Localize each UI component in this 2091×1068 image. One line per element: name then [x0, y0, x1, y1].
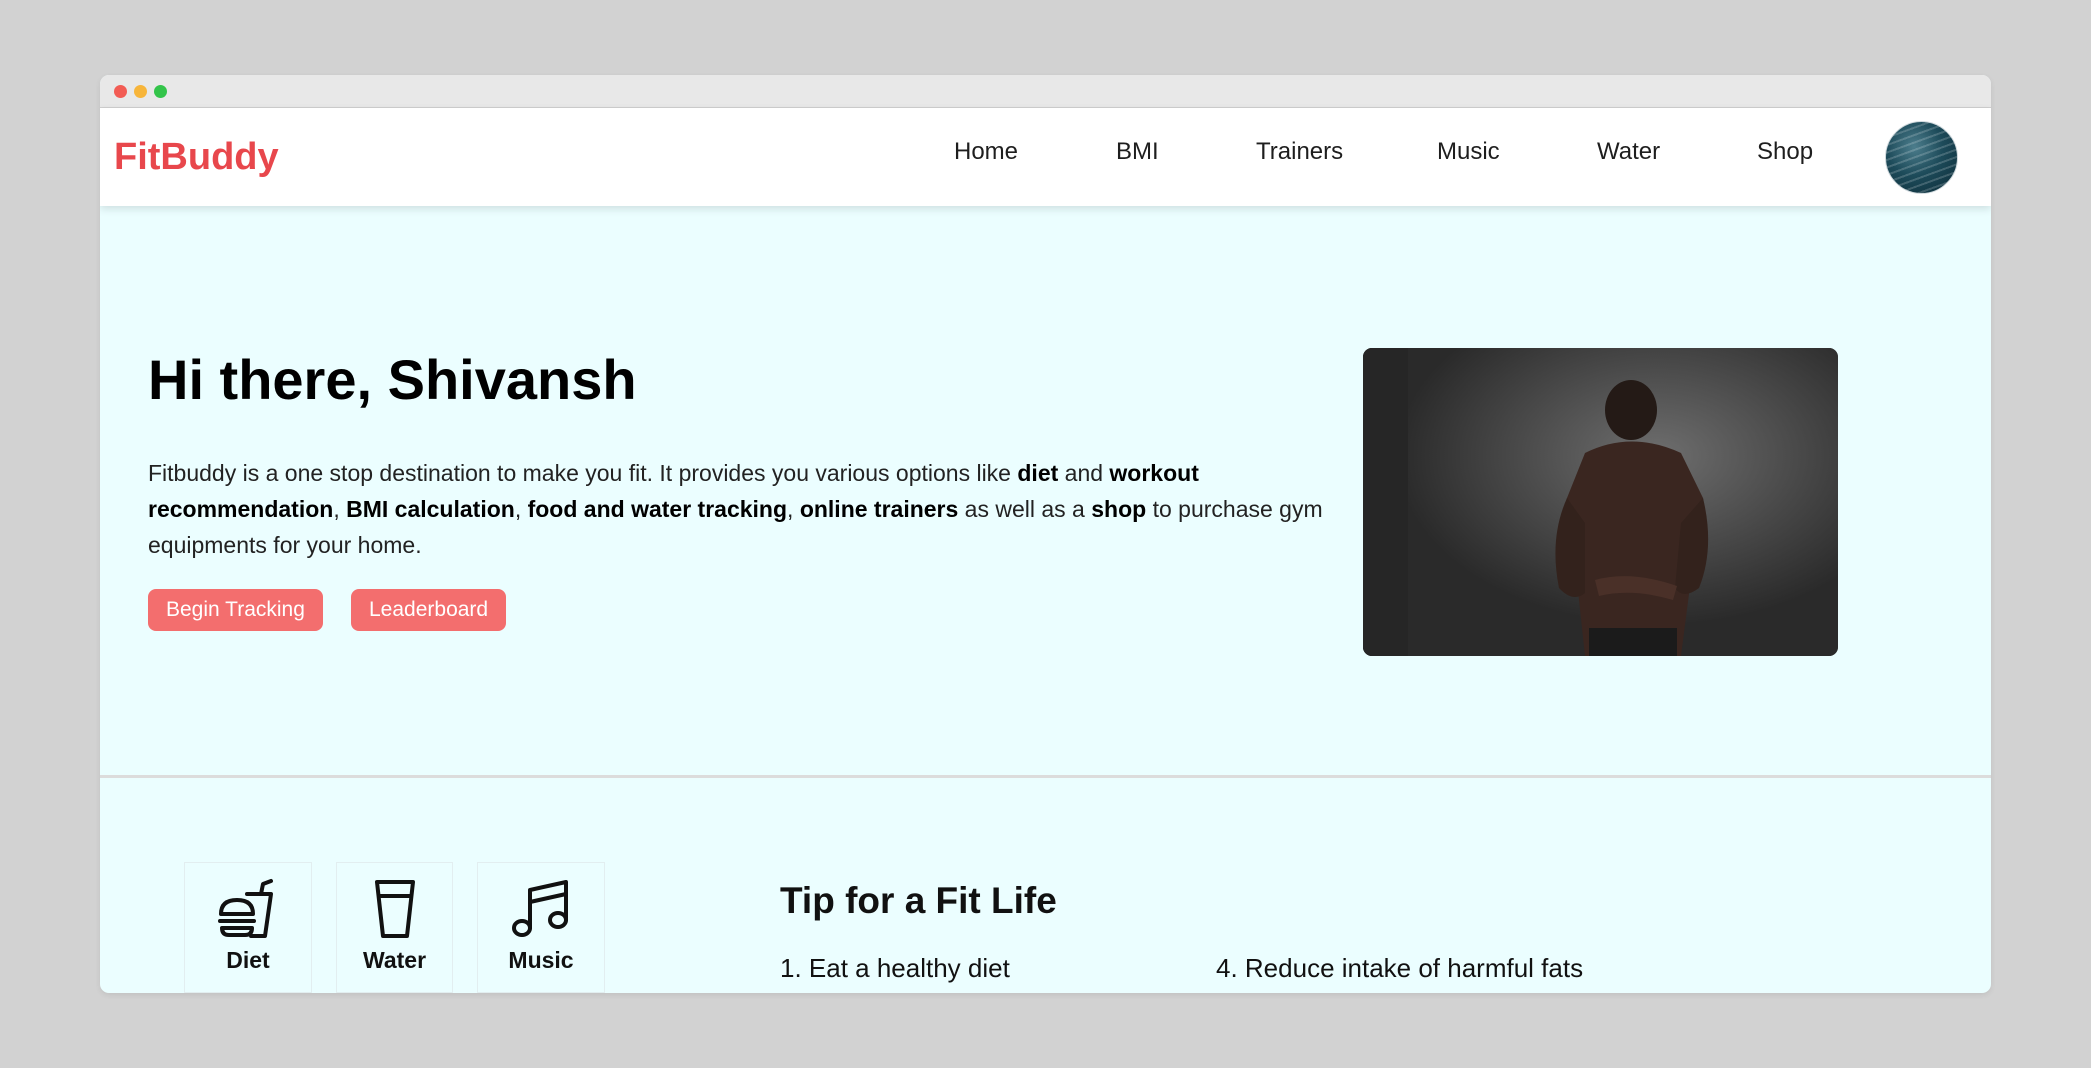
desc-highlight: BMI calculation	[346, 496, 515, 522]
music-note-icon	[510, 878, 572, 945]
leaderboard-button[interactable]: Leaderboard	[351, 589, 507, 631]
nav-item-home[interactable]: Home	[954, 138, 1018, 166]
tip-item: 1. Eat a healthy diet	[780, 953, 1010, 983]
hero-greeting: Hi there, Shivansh	[148, 348, 637, 411]
nav-item-water[interactable]: Water	[1597, 138, 1660, 166]
nav-item-music[interactable]: Music	[1437, 138, 1500, 166]
feature-label: Water	[362, 947, 427, 973]
maximize-window-button[interactable]	[154, 85, 167, 98]
section-divider	[100, 775, 1991, 778]
top-navbar: FitBuddy Home BMI Trainers Music Water S…	[100, 108, 1991, 206]
tips-heading: Tip for a Fit Life	[780, 880, 1057, 921]
desc-highlight: food and water tracking	[527, 496, 788, 522]
window-titlebar	[100, 75, 1991, 108]
feature-tile-diet[interactable]: Diet	[184, 862, 312, 993]
desc-text: ,	[333, 496, 347, 522]
nav-item-bmi[interactable]: BMI	[1116, 138, 1159, 166]
desc-highlight: shop	[1091, 496, 1147, 522]
glass-icon	[371, 878, 419, 945]
desc-text: ,	[514, 496, 528, 522]
browser-window: FitBuddy Home BMI Trainers Music Water S…	[100, 75, 1991, 993]
desc-text: and	[1058, 460, 1110, 486]
desc-highlight: diet	[1017, 460, 1059, 486]
feature-label: Diet	[226, 947, 270, 973]
desc-highlight: online trainers	[799, 496, 959, 522]
minimize-window-button[interactable]	[134, 85, 147, 98]
nav-item-shop[interactable]: Shop	[1757, 138, 1813, 166]
feature-tile-music[interactable]: Music	[477, 862, 605, 993]
desc-text: as well as a	[958, 496, 1092, 522]
feature-tile-water[interactable]: Water	[336, 862, 453, 993]
hero-description: Fitbuddy is a one stop destination to ma…	[148, 455, 1328, 563]
desc-text: ,	[787, 496, 800, 522]
feature-label: Music	[508, 947, 574, 973]
nav-item-trainers[interactable]: Trainers	[1256, 138, 1343, 166]
hero-fitness-photo	[1363, 348, 1838, 656]
profile-avatar-icon[interactable]	[1885, 121, 1958, 194]
desc-text: Fitbuddy is a one stop destination to ma…	[148, 460, 1018, 486]
fast-food-icon	[217, 878, 279, 945]
tip-item: 4. Reduce intake of harmful fats	[1216, 953, 1584, 983]
close-window-button[interactable]	[114, 85, 127, 98]
begin-tracking-button[interactable]: Begin Tracking	[148, 589, 323, 631]
brand-logo[interactable]: FitBuddy	[114, 136, 279, 179]
